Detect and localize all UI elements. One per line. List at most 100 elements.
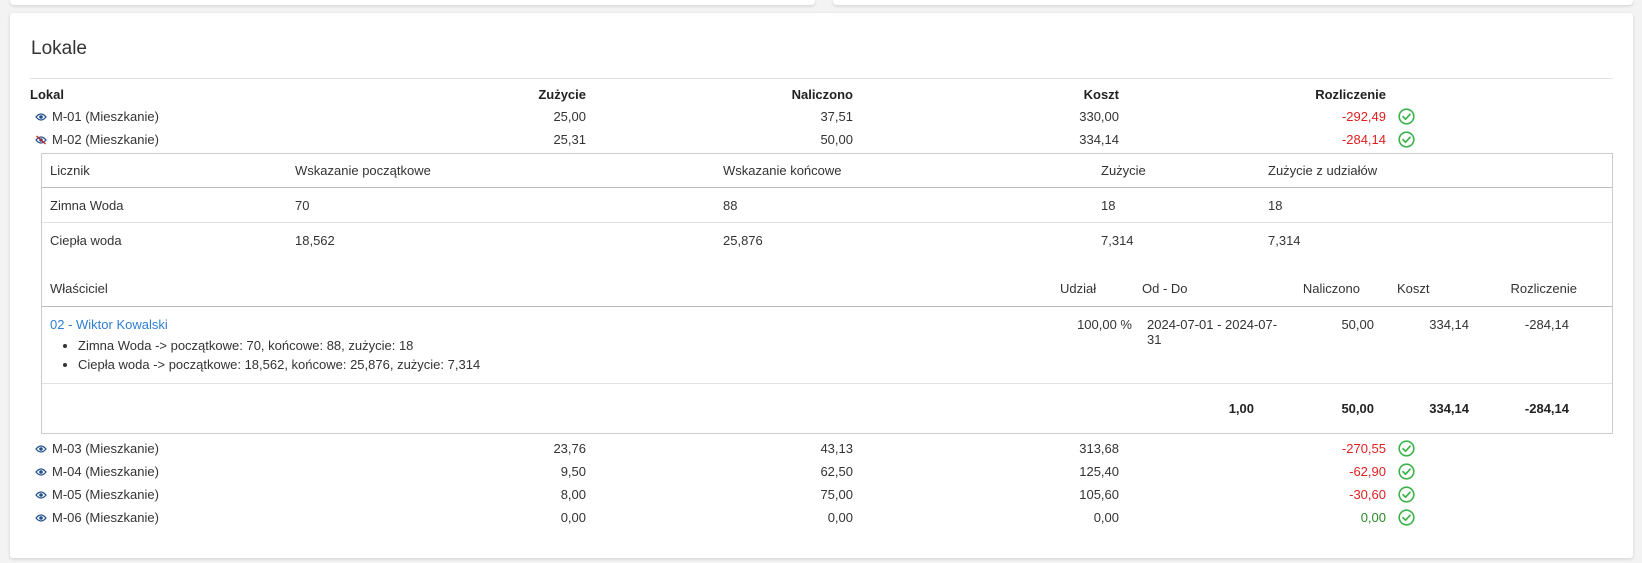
unit-zuzycie: 25,00: [553, 109, 586, 124]
unit-zuzycie: 0,00: [560, 510, 586, 525]
unit-row[interactable]: M-06 (Mieszkanie) 0,00 0,00 0,00 0,00: [30, 506, 1613, 529]
col-koszt-header: Koszt: [1083, 86, 1119, 102]
check-circle-icon: [1386, 463, 1426, 480]
owner-period: 2024-07-01 - 2024-07-31: [1147, 317, 1278, 347]
col-rozliczenie-header: Rozliczenie: [1315, 86, 1386, 102]
owner-naliczono: 50,00: [1341, 317, 1374, 332]
divider: [30, 78, 1613, 79]
meter-col-end: Wskazanie końcowe: [723, 163, 842, 178]
unit-naliczono: 37,51: [820, 109, 853, 124]
meter-usage: 7,314: [1101, 233, 1134, 248]
meter-share-usage: 7,314: [1268, 233, 1301, 248]
eye-slash-icon[interactable]: [30, 135, 52, 145]
owner-col-koszt: Koszt: [1397, 281, 1430, 296]
summary-koszt: 334,14: [1429, 401, 1469, 416]
owner-summary-row: 1,00 50,00 334,14 -284,14: [42, 384, 1612, 433]
unit-naliczono: 43,13: [820, 441, 853, 456]
unit-koszt: 0,00: [1093, 510, 1119, 525]
unit-zuzycie: 23,76: [553, 441, 586, 456]
meter-col-usage: Zużycie: [1101, 163, 1146, 178]
unit-zuzycie: 9,50: [560, 464, 586, 479]
owner-row: 02 - Wiktor Kowalski Zimna Woda -> począ…: [42, 307, 1612, 384]
owner-share: 100,00 %: [1077, 317, 1132, 332]
meter-start: 18,562: [295, 233, 335, 248]
meter-usage: 18: [1101, 197, 1116, 213]
unit-row[interactable]: M-04 (Mieszkanie) 9,50 62,50 125,40 -62,…: [30, 460, 1613, 483]
unit-rozliczenie: -62,90: [1349, 464, 1386, 479]
unit-rozliczenie: -30,60: [1349, 487, 1386, 502]
unit-detail-panel: Licznik Wskazanie początkowe Wskazanie k…: [41, 153, 1613, 434]
owner-col-rozliczenie: Rozliczenie: [1510, 281, 1577, 296]
eye-icon[interactable]: [30, 467, 52, 477]
owner-koszt: 334,14: [1429, 317, 1469, 332]
unit-naliczono: 50,00: [820, 132, 853, 147]
unit-row[interactable]: M-02 (Mieszkanie) 25,31 50,00 334,14 -28…: [30, 128, 1613, 151]
eye-icon[interactable]: [30, 513, 52, 523]
owner-col-naliczono: Naliczono: [1302, 281, 1360, 296]
summary-share: 1,00: [1228, 401, 1254, 416]
col-naliczono-header: Naliczono: [791, 86, 853, 102]
panel-title: Lokale: [31, 38, 87, 59]
list-item: Zimna Woda -> początkowe: 70, końcowe: 8…: [78, 336, 1060, 355]
units-panel: Lokale Lokal Zużycie Naliczono Koszt Roz…: [10, 13, 1633, 558]
meter-row: Zimna Woda 70 88 18 18: [42, 188, 1612, 223]
owner-col-share: Udział: [1060, 281, 1097, 296]
check-circle-icon: [1386, 108, 1426, 125]
meter-col-start: Wskazanie początkowe: [295, 163, 431, 178]
col-zuzycie-header: Zużycie: [538, 86, 586, 102]
unit-koszt: 105,60: [1079, 487, 1119, 502]
unit-name: M-03 (Mieszkanie): [52, 441, 159, 456]
meter-row: Ciepła woda 18,562 25,876 7,314 7,314: [42, 223, 1612, 258]
eye-icon[interactable]: [30, 112, 52, 122]
meter-name: Zimna Woda: [50, 197, 124, 213]
check-circle-icon: [1386, 131, 1426, 148]
owner-header-row: Właściciel Udział Od - Do Naliczono Kosz…: [42, 258, 1612, 307]
units-table: Lokal Zużycie Naliczono Koszt Rozliczeni…: [30, 83, 1613, 529]
owner-rozliczenie: -284,14: [1524, 317, 1569, 332]
owner-meter-list: Zimna Woda -> początkowe: 70, końcowe: 8…: [50, 336, 1060, 374]
unit-naliczono: 0,00: [827, 510, 853, 525]
meter-start: 70: [295, 197, 310, 213]
unit-name: M-04 (Mieszkanie): [52, 464, 159, 479]
units-header-row: Lokal Zużycie Naliczono Koszt Rozliczeni…: [30, 83, 1613, 105]
top-card-right: [833, 0, 1633, 5]
top-card-left: [10, 0, 815, 5]
meter-col-share-usage: Zużycie z udziałów: [1268, 163, 1378, 178]
unit-row[interactable]: M-05 (Mieszkanie) 8,00 75,00 105,60 -30,…: [30, 483, 1613, 506]
owner-link[interactable]: 02 - Wiktor Kowalski: [50, 317, 1060, 332]
owner-col-period: Od - Do: [1142, 281, 1188, 296]
unit-rozliczenie: -292,49: [1341, 109, 1386, 124]
meter-end: 25,876: [723, 233, 763, 248]
meter-col-licznik: Licznik: [50, 163, 90, 178]
meter-end: 88: [723, 197, 738, 213]
eye-icon[interactable]: [30, 490, 52, 500]
unit-naliczono: 62,50: [820, 464, 853, 479]
unit-zuzycie: 25,31: [553, 132, 586, 147]
eye-icon[interactable]: [30, 444, 52, 454]
unit-naliczono: 75,00: [820, 487, 853, 502]
unit-koszt: 125,40: [1079, 464, 1119, 479]
unit-name: M-06 (Mieszkanie): [52, 510, 159, 525]
meter-name: Ciepła woda: [50, 233, 122, 248]
unit-koszt: 313,68: [1079, 441, 1119, 456]
unit-rozliczenie: 0,00: [1360, 510, 1386, 525]
meter-header-row: Licznik Wskazanie początkowe Wskazanie k…: [42, 154, 1612, 188]
unit-row[interactable]: M-03 (Mieszkanie) 23,76 43,13 313,68 -27…: [30, 437, 1613, 460]
owner-col-owner: Właściciel: [50, 281, 108, 296]
unit-zuzycie: 8,00: [560, 487, 586, 502]
unit-rozliczenie: -284,14: [1341, 132, 1386, 147]
col-lokal-header: Lokal: [30, 86, 64, 102]
summary-naliczono: 50,00: [1341, 401, 1374, 416]
check-circle-icon: [1386, 509, 1426, 526]
meter-share-usage: 18: [1268, 197, 1283, 213]
unit-koszt: 334,14: [1079, 132, 1119, 147]
check-circle-icon: [1386, 486, 1426, 503]
unit-rozliczenie: -270,55: [1341, 441, 1386, 456]
unit-koszt: 330,00: [1079, 109, 1119, 124]
unit-name: M-02 (Mieszkanie): [52, 132, 159, 147]
owner-cell: 02 - Wiktor Kowalski Zimna Woda -> począ…: [42, 317, 1060, 374]
unit-name: M-01 (Mieszkanie): [52, 109, 159, 124]
unit-name: M-05 (Mieszkanie): [52, 487, 159, 502]
unit-row[interactable]: M-01 (Mieszkanie) 25,00 37,51 330,00 -29…: [30, 105, 1613, 128]
check-circle-icon: [1386, 440, 1426, 457]
